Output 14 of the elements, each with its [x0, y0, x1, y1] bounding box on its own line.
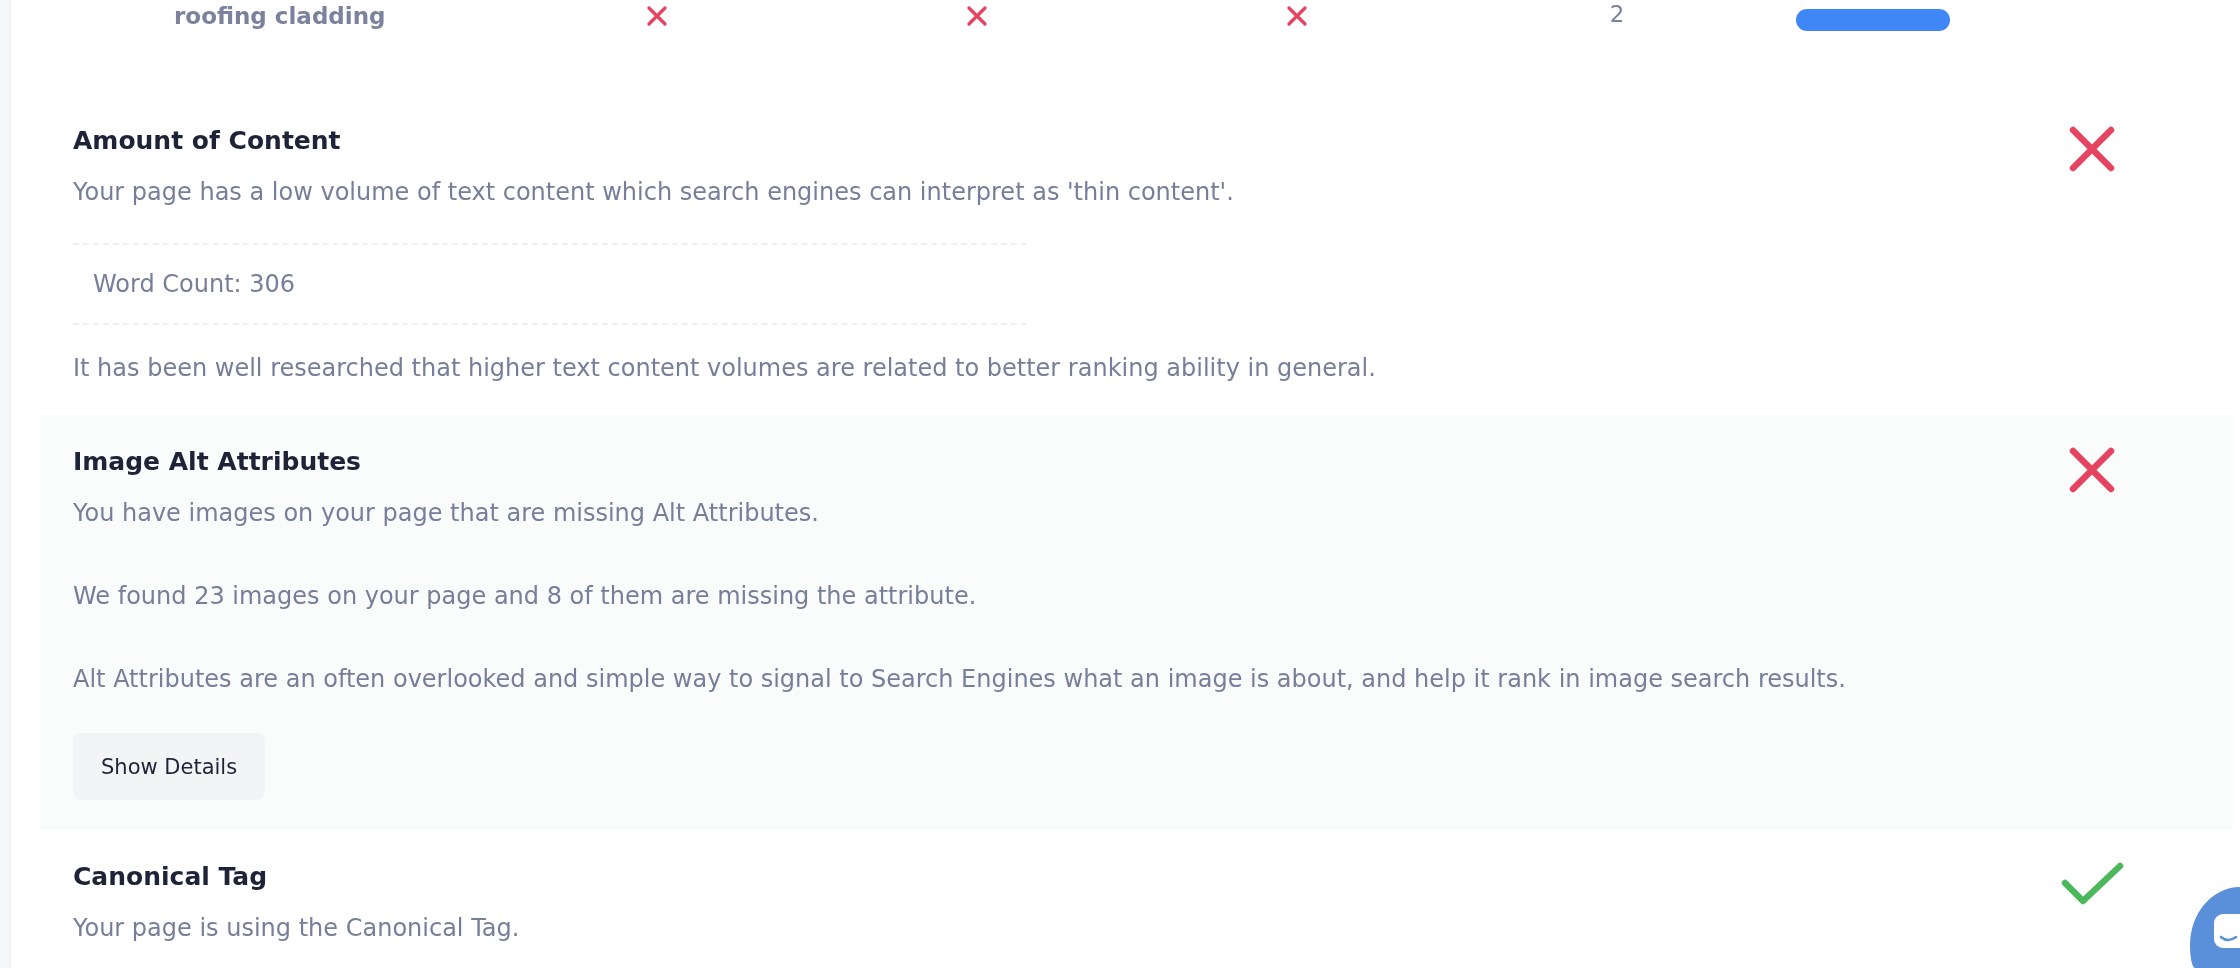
word-count-row: Word Count: 306 [73, 243, 1027, 325]
show-details-button[interactable]: Show Details [73, 733, 266, 800]
description-text: It has been well researched that higher text content volumes are related to better ranking ability in general. [73, 353, 1377, 384]
keyword-text: roofing cladding [174, 3, 386, 29]
count-value: 2 [1609, 0, 1625, 28]
description-text: Your page is using the Canonical Tag. [73, 913, 521, 944]
section-title: Canonical Tag [73, 861, 269, 893]
section-title: Amount of Content [73, 125, 342, 157]
description-text: We found 23 images on your page and 8 of them are missing the attribute. [73, 581, 978, 612]
description-text: Alt Attributes are an often overlooked and simple way to signal to Search Engines what an image is about, and help it rank in image search results. [73, 664, 1847, 695]
chat-icon [2214, 914, 2240, 950]
description-text: Your page has a low volume of text content which search engines can interpret as 'thin content'. [73, 177, 1235, 208]
section-title: Image Alt Attributes [73, 446, 362, 478]
description-text: You have images on your page that are missing Alt Attributes. [73, 498, 820, 529]
